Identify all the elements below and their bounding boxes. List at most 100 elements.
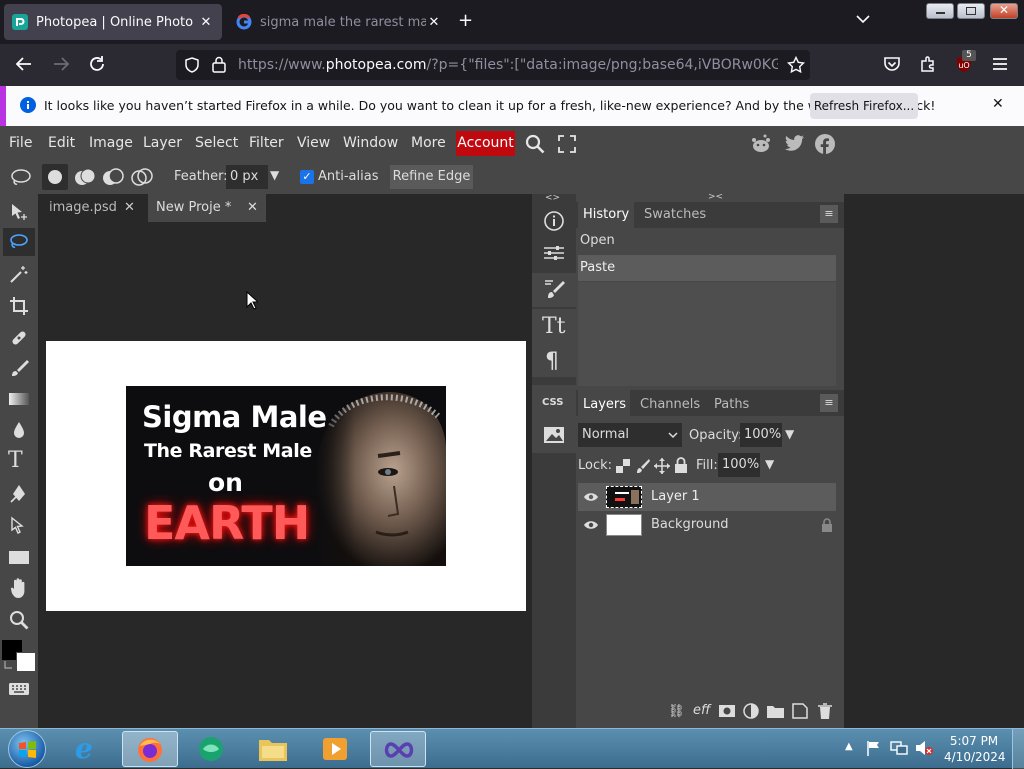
account-button[interactable]: Account	[456, 131, 515, 156]
new-tab-plus-icon[interactable]: +	[458, 12, 473, 30]
magic-wand-tool-icon[interactable]	[9, 264, 29, 284]
selection-intersect-mode-icon[interactable]	[131, 168, 153, 186]
search-icon[interactable]	[525, 134, 545, 154]
fullscreen-icon[interactable]	[558, 135, 576, 153]
layer-visibility-eye-icon[interactable]	[583, 520, 599, 530]
healing-brush-tool-icon[interactable]	[9, 328, 29, 348]
facebook-icon[interactable]	[815, 134, 835, 154]
delete-layer-trash-icon[interactable]	[818, 703, 832, 719]
antialias-checkbox[interactable]: ✓	[300, 170, 314, 184]
list-tabs-chevron-icon[interactable]	[856, 14, 870, 24]
menu-layer[interactable]: Layer	[143, 135, 182, 151]
opacity-input[interactable]: 100%	[740, 423, 782, 447]
crop-tool-icon[interactable]	[9, 296, 29, 316]
pocket-icon[interactable]	[883, 55, 901, 73]
blend-mode-select[interactable]: Normal	[578, 423, 682, 447]
twitter-icon[interactable]	[785, 135, 805, 152]
hand-tool-icon[interactable]	[9, 577, 29, 599]
paragraph-panel-icon[interactable]: ¶	[545, 349, 559, 374]
swap-colors-icon[interactable]	[4, 660, 14, 670]
css-panel-icon[interactable]: CSS	[542, 397, 563, 408]
tab-close-icon[interactable]: ✕	[198, 15, 214, 30]
forward-arrow-icon[interactable]	[52, 55, 70, 73]
taskbar-ie[interactable]: e	[62, 731, 118, 767]
doc-tab-close-icon[interactable]: ✕	[124, 200, 135, 215]
url-bar[interactable]: https://www.photopea.com/?p={"files":["d…	[176, 50, 810, 80]
lasso-tool-button[interactable]	[3, 228, 35, 256]
collapse-panel-arrows-icon[interactable]: <>	[545, 193, 560, 203]
selection-subtract-mode-icon[interactable]	[102, 168, 124, 186]
layers-panel-menu-icon[interactable]: ≡	[820, 394, 838, 412]
layer-row-layer1[interactable]: Layer 1	[578, 483, 836, 511]
lock-all-icon[interactable]	[674, 457, 688, 473]
window-restore-button[interactable]	[957, 3, 985, 19]
tab-paths[interactable]: Paths	[714, 397, 749, 412]
ublock-extension-icon[interactable]: uO 5	[955, 50, 976, 73]
zoom-tool-icon[interactable]	[9, 610, 29, 630]
tab-close-icon[interactable]: ✕	[426, 15, 442, 30]
link-layers-icon[interactable]: ⛓	[668, 704, 685, 719]
taskbar-explorer[interactable]	[246, 731, 302, 767]
adjustment-layer-icon[interactable]	[743, 703, 759, 719]
image-panel-icon[interactable]	[543, 426, 565, 444]
tab-layers[interactable]: Layers	[583, 397, 626, 412]
menu-edit[interactable]: Edit	[48, 135, 75, 151]
taskbar-app-green[interactable]	[184, 731, 240, 767]
blur-drop-tool-icon[interactable]	[9, 420, 29, 440]
window-minimize-button[interactable]	[926, 3, 954, 19]
taskbar-media-player[interactable]	[308, 731, 364, 767]
notification-close-icon[interactable]: ✕	[992, 96, 1004, 112]
feather-dropdown-arrow-icon[interactable]: ▼	[270, 168, 279, 182]
hamburger-menu-icon[interactable]	[991, 55, 1009, 73]
opacity-dropdown-arrow-icon[interactable]: ▼	[785, 427, 794, 441]
start-button[interactable]	[8, 730, 46, 768]
show-desktop-button[interactable]	[1012, 729, 1024, 769]
tray-network-icon[interactable]	[890, 740, 908, 756]
selection-new-mode-button[interactable]	[42, 164, 68, 190]
brush-panel-button[interactable]	[532, 273, 576, 307]
lock-position-move-icon[interactable]	[654, 458, 670, 474]
keyboard-icon[interactable]	[8, 682, 30, 696]
fill-input[interactable]: 100%	[718, 453, 760, 477]
tab-history[interactable]: History	[583, 207, 629, 222]
menu-more[interactable]: More	[411, 135, 446, 151]
menu-window[interactable]: Window	[343, 135, 398, 151]
browser-tab-photopea[interactable]: Photopea | Online Photo Editor ✕	[4, 4, 222, 40]
fill-dropdown-arrow-icon[interactable]: ▼	[765, 457, 774, 471]
collapse-panel-arrows-icon[interactable]: ><	[708, 192, 723, 202]
brush-tool-icon[interactable]	[9, 358, 29, 378]
tray-flag-icon[interactable]	[866, 740, 882, 756]
reddit-icon[interactable]	[750, 134, 772, 154]
adjustments-panel-icon[interactable]	[543, 244, 565, 262]
tracking-shield-icon[interactable]	[184, 57, 200, 73]
taskbar-app-purple[interactable]	[370, 731, 426, 767]
lock-icon[interactable]	[212, 56, 226, 73]
add-mask-icon[interactable]	[719, 705, 735, 717]
pen-tool-icon[interactable]	[9, 484, 29, 504]
history-item-paste[interactable]: Paste	[578, 255, 836, 281]
layer-visibility-eye-icon[interactable]	[583, 492, 599, 502]
layer-row-background[interactable]: Background	[578, 511, 836, 539]
tab-channels[interactable]: Channels	[640, 397, 700, 412]
tray-volume-muted-icon[interactable]	[915, 740, 933, 756]
refresh-firefox-button[interactable]: Refresh Firefox...	[810, 93, 918, 119]
rectangle-tool-icon[interactable]	[9, 551, 29, 564]
selection-add-mode-icon[interactable]	[74, 168, 96, 186]
path-select-tool-icon[interactable]	[9, 516, 29, 536]
tab-swatches[interactable]: Swatches	[644, 207, 706, 222]
menu-file[interactable]: File	[9, 135, 32, 151]
taskbar-firefox[interactable]	[122, 731, 178, 767]
tray-clock[interactable]: 5:07 PM 4/10/2024	[944, 733, 1006, 765]
url-text[interactable]: https://www.photopea.com/?p={"files":["d…	[238, 57, 778, 73]
lock-transparency-icon[interactable]	[616, 459, 630, 473]
history-panel-menu-icon[interactable]: ≡	[820, 205, 838, 223]
menu-image[interactable]: Image	[89, 135, 133, 151]
type-tool-icon[interactable]: T	[8, 448, 23, 473]
character-panel-icon[interactable]: Tt	[542, 314, 566, 339]
document-canvas[interactable]: Sigma Male The Rarest Male on EARTH	[46, 341, 526, 611]
menu-view[interactable]: View	[297, 135, 330, 151]
doc-tab-close-icon[interactable]: ✕	[247, 200, 258, 215]
lock-pixels-brush-icon[interactable]	[636, 458, 650, 474]
window-close-button[interactable]: ✕	[990, 3, 1018, 19]
history-item-open[interactable]: Open	[578, 228, 836, 254]
